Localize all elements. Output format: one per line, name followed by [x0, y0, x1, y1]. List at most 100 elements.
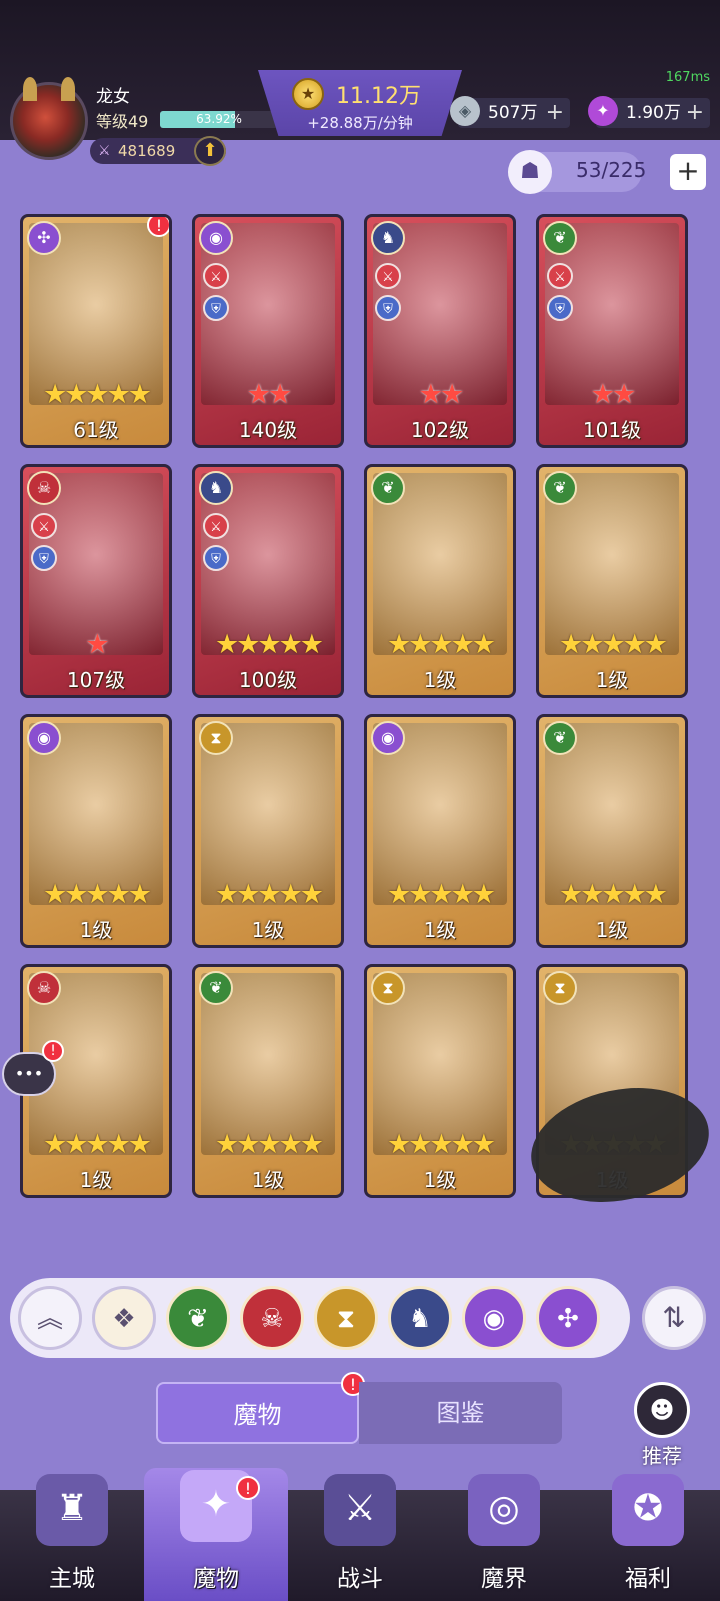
monster-level: 1级 — [595, 668, 629, 692]
monster-card[interactable]: ♞ ⚔ ⛨ ★★ 102级 — [364, 214, 516, 448]
silver-add-icon[interactable]: + — [546, 98, 564, 128]
filter-all-button[interactable]: ❖ — [92, 1286, 156, 1350]
tab-monsters-label: 魔物 — [233, 1401, 282, 1429]
monster-card[interactable]: ❦ ★★★★★ 1级 — [364, 464, 516, 698]
monster-level: 61级 — [73, 418, 119, 442]
filter-eye-button[interactable]: ◉ — [462, 1286, 526, 1350]
top-bar: 167ms 龙女 等级49 63.92% ★ 11.12万 +28.88万/分钟… — [0, 0, 720, 160]
card-notify-badge: ! — [147, 217, 169, 237]
shuriken-icon: ✣ — [27, 221, 61, 255]
bottom-nav: ♜ 主城 ✦ 魔物! ⚔ 战斗 ◎ 魔界 ✪ 福利 — [0, 1468, 720, 1601]
attack-badge-icon: ⚔ — [375, 263, 401, 289]
monster-count-text: 53/225 — [576, 158, 647, 182]
expand-capacity-button[interactable]: + — [670, 154, 706, 190]
star-rating: ★★ — [590, 379, 636, 410]
star-rating: ★★★★★ — [214, 629, 324, 660]
chest-icon: ✪ — [612, 1474, 684, 1546]
nav-monster-flame[interactable]: ✦ 魔物! — [144, 1468, 288, 1601]
gold-rate: +28.88万/分钟 — [307, 114, 413, 132]
leaf-icon: ❦ — [543, 221, 577, 255]
nav-shield-sword[interactable]: ⚔ 战斗 — [288, 1474, 432, 1601]
filter-shuriken-button[interactable]: ✣ — [536, 1286, 600, 1350]
silver-amount: 507万 — [488, 103, 538, 123]
team-icon: ☻ — [634, 1382, 690, 1438]
leaf-icon: ❦ — [543, 471, 577, 505]
monster-card[interactable]: ◉ ⚔ ⛨ ★★ 140级 — [192, 214, 344, 448]
nav-portal[interactable]: ◎ 魔界 — [432, 1474, 576, 1601]
star-rating: ★★ — [418, 379, 464, 410]
nav-label: 战斗 — [337, 1566, 383, 1592]
attack-badge-icon: ⚔ — [31, 513, 57, 539]
demon-icon: ☠ — [27, 471, 61, 505]
monster-level: 100级 — [238, 668, 298, 692]
monster-card[interactable]: ✣ ★★★★★ 61级! — [20, 214, 172, 448]
star-rating: ★★★★★ — [386, 1129, 496, 1160]
filter-demon-button[interactable]: ☠ — [240, 1286, 304, 1350]
monster-card[interactable]: ☠ ⚔ ⛨ ★ 107级 — [20, 464, 172, 698]
monster-card[interactable]: ◉ ★★★★★ 1级 — [364, 714, 516, 948]
attack-badge-icon: ⚔ — [203, 513, 229, 539]
monster-count: ☗ 53/225 — [508, 150, 646, 194]
gold-panel[interactable]: ★ 11.12万 +28.88万/分钟 — [258, 70, 462, 136]
sword-power-icon: ⚔ — [98, 143, 111, 159]
monster-level: 1级 — [423, 668, 457, 692]
star-rating: ★ — [85, 629, 109, 660]
monster-level: 107级 — [66, 668, 126, 692]
monster-card[interactable]: ⧗ ★★★★★ 1级 — [364, 964, 516, 1198]
star-rating: ★★ — [246, 379, 292, 410]
filter-dragon-button[interactable]: ♞ — [388, 1286, 452, 1350]
silver-coin-icon: ◈ — [450, 96, 480, 126]
gem-amount: 1.90万 — [626, 103, 681, 123]
monster-level: 1级 — [423, 918, 457, 942]
gem-resource[interactable]: ✦ 1.90万 + — [588, 96, 710, 128]
monster-card[interactable]: ❦ ⚔ ⛨ ★★ 101级 — [536, 214, 688, 448]
eye-icon: ◉ — [371, 721, 405, 755]
tab-codex[interactable]: 图鉴 — [359, 1382, 562, 1444]
star-rating: ★★★★★ — [386, 629, 496, 660]
gem-add-icon[interactable]: + — [686, 98, 704, 128]
hourglass-icon: ⧗ — [199, 721, 233, 755]
monster-level: 101级 — [582, 418, 642, 442]
star-rating: ★★★★★ — [214, 1129, 324, 1160]
horn-right-decoration — [61, 77, 75, 101]
power-up-button[interactable]: ⬆ — [194, 136, 226, 166]
player-level: 等级49 — [96, 112, 149, 131]
player-avatar[interactable] — [10, 77, 88, 160]
monster-level: 102级 — [410, 418, 470, 442]
filter-time-button[interactable]: ⧗ — [314, 1286, 378, 1350]
monster-level: 1级 — [79, 918, 113, 942]
monster-card[interactable]: ❦ ★★★★★ 1级 — [536, 464, 688, 698]
monster-card[interactable]: ♞ ⚔ ⛨ ★★★★★ 100级 — [192, 464, 344, 698]
hourglass-icon: ⧗ — [543, 971, 577, 1005]
filter-forest-button[interactable]: ❦ — [166, 1286, 230, 1350]
defense-badge-icon: ⛨ — [203, 545, 229, 571]
chat-dots-icon: ••• — [14, 1064, 44, 1083]
shield-sword-icon: ⚔ — [324, 1474, 396, 1546]
nav-chest[interactable]: ✪ 福利 — [576, 1474, 720, 1601]
xp-bar: 63.92% — [160, 111, 278, 128]
tab-monsters[interactable]: 魔物 ! — [156, 1372, 365, 1444]
sort-button[interactable]: ⇅ — [642, 1286, 706, 1350]
nav-castle[interactable]: ♜ 主城 — [0, 1474, 144, 1601]
monster-head-icon: ☗ — [508, 150, 552, 194]
monster-level: 1级 — [251, 918, 285, 942]
defense-badge-icon: ⛨ — [203, 295, 229, 321]
tab-bar: 魔物 ! 图鉴 — [156, 1372, 562, 1444]
monster-card[interactable]: ❦ ★★★★★ 1级 — [192, 964, 344, 1198]
monster-card[interactable]: ⧗ ★★★★★ 1级 — [192, 714, 344, 948]
silver-resource[interactable]: ◈ 507万 + — [450, 96, 570, 128]
power-value: 481689 — [118, 142, 176, 160]
hourglass-icon: ⧗ — [371, 971, 405, 1005]
attack-badge-icon: ⚔ — [203, 263, 229, 289]
nav-label: 福利 — [625, 1566, 671, 1592]
monster-card[interactable]: ❦ ★★★★★ 1级 — [536, 714, 688, 948]
monster-level: 140级 — [238, 418, 298, 442]
star-rating: ★★★★★ — [42, 379, 152, 410]
filter-collapse-button[interactable]: ︽ — [18, 1286, 82, 1350]
latency-indicator: 167ms — [665, 70, 710, 85]
monster-card[interactable]: ◉ ★★★★★ 1级 — [20, 714, 172, 948]
nav-label: 魔物 — [193, 1566, 239, 1592]
defense-badge-icon: ⛨ — [31, 545, 57, 571]
eye-icon: ◉ — [27, 721, 61, 755]
recommend-button[interactable]: ☻ 推荐 — [632, 1382, 692, 1469]
